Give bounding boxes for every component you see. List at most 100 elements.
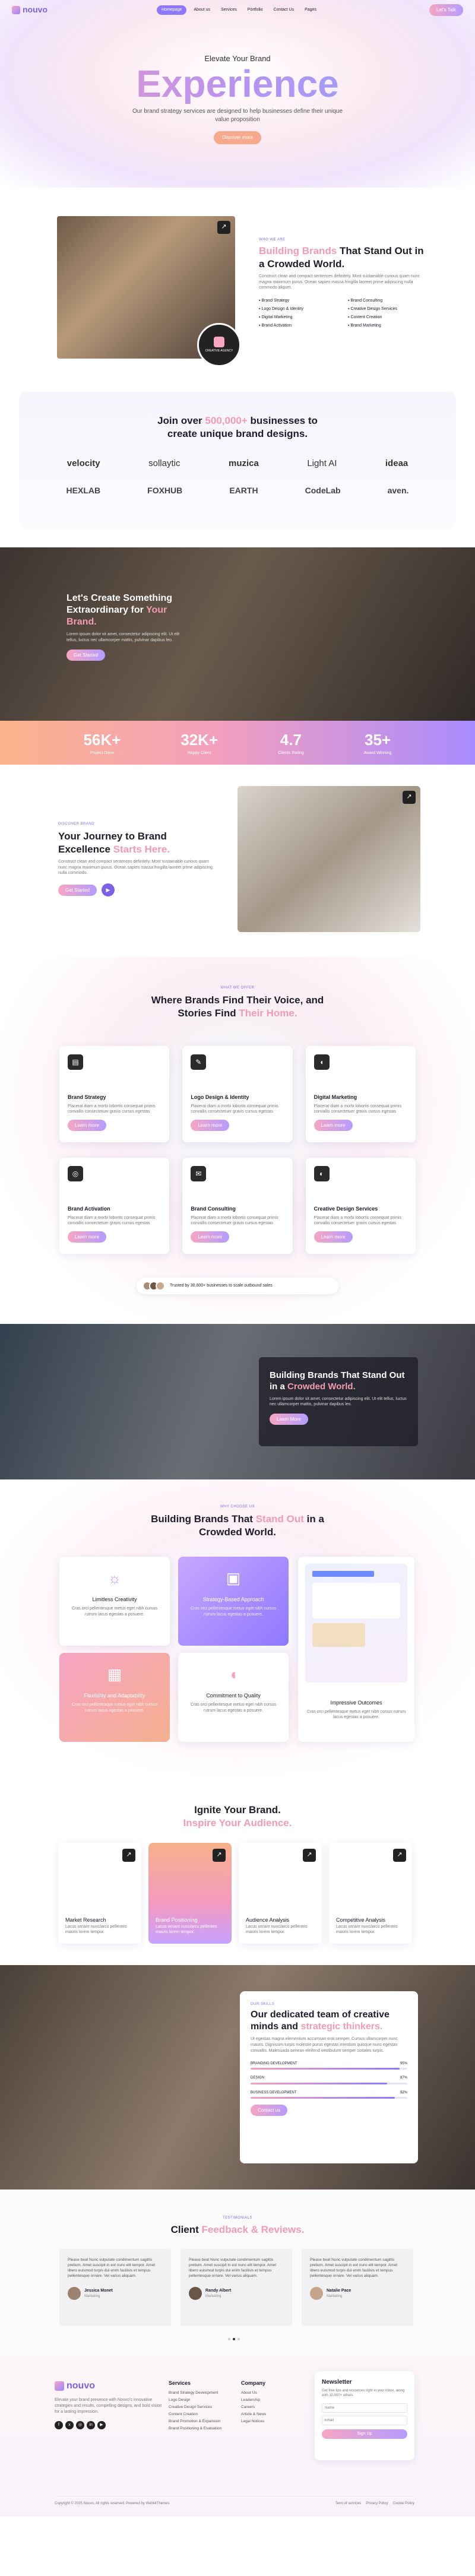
features-title-a: Building Brands That: [151, 1513, 256, 1525]
footer-link[interactable]: About Us: [241, 2390, 294, 2396]
twitter-icon[interactable]: x: [65, 2420, 74, 2429]
footer-legal-link[interactable]: Cookie Policy: [393, 2501, 414, 2506]
about-list-item: ▪ Content Creation: [348, 315, 382, 319]
about-team-photo: ↗ CREATIVE AGENCY: [57, 216, 241, 367]
carousel-dot-active[interactable]: [233, 2338, 235, 2340]
footer-link[interactable]: Logo Design: [169, 2397, 234, 2403]
about-arrow-button[interactable]: ↗: [217, 221, 230, 234]
service-card-desc: Placerat diam a morbi lobortis consequat…: [191, 1104, 278, 1114]
nav-about[interactable]: About us: [190, 5, 214, 15]
brand-logo: velocity: [66, 458, 100, 469]
arrow-icon[interactable]: ↗: [122, 1849, 135, 1862]
skill-track: [251, 2096, 407, 2099]
service-learn-more-button[interactable]: Learn more: [191, 1120, 230, 1132]
pen-tool-icon: ✎: [191, 1054, 207, 1070]
arrow-icon[interactable]: ↗: [393, 1849, 406, 1862]
review-card: Please beat Nunc vulputate condimentum s…: [180, 2249, 292, 2326]
ignite-card[interactable]: ↗ Market Research Lacus ornare nunc/arcu…: [58, 1843, 141, 1944]
footer-link[interactable]: Content Creation: [169, 2412, 234, 2417]
footer-legal-link[interactable]: Term of services: [335, 2501, 362, 2506]
palette-icon: ◐: [314, 1166, 330, 1181]
about-list-label: Logo Design & Identity: [261, 307, 303, 312]
ignite-card[interactable]: ↗ Competitive Analysis Lacus ornare nunc…: [329, 1843, 412, 1944]
service-card[interactable]: ◐ Creative Design Services Placerat diam…: [305, 1158, 416, 1254]
footer-link[interactable]: Brand Positioning & Evaluation: [169, 2426, 234, 2431]
footer-logo[interactable]: nouvo: [55, 2379, 167, 2393]
linkedin-icon[interactable]: in: [87, 2420, 95, 2429]
brand-logo: HEXLAB: [66, 486, 101, 496]
nav-services[interactable]: Services: [217, 5, 240, 15]
stat-item: 4.7 Clients Rating: [278, 729, 304, 756]
skill-bar: BUSINESS DEVELOPMENT 92%: [251, 2090, 407, 2099]
footer-link[interactable]: Creative Design Services: [169, 2404, 234, 2410]
reviewer-role: Marketing: [327, 2295, 343, 2299]
ignite-card-desc: Lacus ornare nunc/arcu pellentes mauris …: [336, 1924, 398, 1935]
service-card[interactable]: ✎ Logo Design & Identity Placerat diam a…: [182, 1046, 293, 1142]
newsletter-email-input[interactable]: [322, 2415, 407, 2425]
header-cta-button[interactable]: Let's Talk: [429, 4, 463, 16]
nav-portfolio[interactable]: Portfolio: [244, 5, 267, 15]
service-learn-more-button[interactable]: Learn more: [191, 1231, 230, 1243]
reviewer-name: Jessica Monet: [84, 2289, 113, 2293]
standout-learn-more-button[interactable]: Learn More: [270, 1414, 308, 1425]
services-section: WHAT WE OFFER Where Brands Find Their Vo…: [0, 957, 475, 1324]
footer-link[interactable]: Careers: [241, 2404, 294, 2410]
service-learn-more-button[interactable]: Learn more: [68, 1120, 106, 1132]
feature-card-strategy: ▣ Strategy-Based Approach Cras orci pell…: [178, 1557, 289, 1646]
arrow-icon[interactable]: ↗: [303, 1849, 316, 1862]
service-learn-more-button[interactable]: Learn more: [314, 1120, 353, 1132]
service-card[interactable]: ◖ Digital Marketing Placerat diam a morb…: [305, 1046, 416, 1142]
team-contact-button[interactable]: Contact us: [251, 2104, 288, 2116]
reviewer-name: Randy Albert: [205, 2289, 232, 2293]
service-card[interactable]: ◎ Brand Activation Placerat diam a morbi…: [59, 1158, 170, 1254]
ignite-card[interactable]: ↗ Brand Positioning Lacus ornare nunc/ar…: [148, 1843, 232, 1944]
stat-label: Project Done: [90, 751, 115, 756]
carousel-dot[interactable]: [238, 2338, 240, 2340]
create-get-started-button[interactable]: Get Started: [66, 649, 105, 661]
reviews-title-highlight: Feedback & Reviews.: [201, 2224, 305, 2236]
brand-logo: muzica: [228, 458, 259, 469]
journey-title-highlight: Starts Here.: [113, 843, 170, 855]
footer-link[interactable]: Legal Notices: [241, 2419, 294, 2424]
instagram-icon[interactable]: ◎: [76, 2420, 84, 2429]
feature-card-creativity: ☼ Limitless Creativity Cras orci pellent…: [59, 1557, 170, 1646]
about-list-label: Brand Strategy: [261, 299, 290, 303]
footer-legal-link[interactable]: Privacy Policy: [366, 2501, 388, 2506]
journey-section: DISCOVER BRAND Your Journey to Brand Exc…: [0, 765, 475, 957]
newsletter-text: Get free tips and resources right in you…: [322, 2389, 405, 2398]
about-list-item: ▪ Creative Design Services: [348, 307, 398, 312]
footer-link[interactable]: Article & News: [241, 2412, 294, 2417]
feature-title: Impressive Outcomes: [330, 1700, 382, 1706]
nav-contact[interactable]: Contact Us: [270, 5, 297, 15]
footer-link[interactable]: Brand Strategy Development: [169, 2390, 234, 2396]
hero-discover-button[interactable]: Discover more: [214, 131, 261, 144]
play-button[interactable]: ▶: [101, 883, 115, 897]
journey-arrow-button[interactable]: ↗: [403, 791, 416, 804]
about-title: Building Brands That Stand Out in a Crow…: [259, 245, 431, 270]
hero-section: nouvo Homepage About us Services Portfol…: [0, 0, 475, 188]
stat-value: 32K+: [180, 730, 218, 749]
service-card[interactable]: ✉ Brand Consulting Placerat diam a morbi…: [182, 1158, 293, 1254]
arrow-icon[interactable]: ↗: [213, 1849, 226, 1862]
carousel-dot[interactable]: [228, 2338, 230, 2340]
service-learn-more-button[interactable]: Learn more: [314, 1231, 353, 1243]
facebook-icon[interactable]: f: [55, 2420, 63, 2429]
nav-pages[interactable]: Pages: [301, 5, 320, 15]
ignite-card[interactable]: ↗ Audience Analysis Lacus ornare nunc/ar…: [239, 1843, 322, 1944]
brands-title-number: 500,000+: [205, 415, 248, 426]
service-card[interactable]: ▤ Brand Strategy Placerat diam a morbi l…: [59, 1046, 170, 1142]
logo[interactable]: nouvo: [12, 4, 48, 16]
about-list-label: Brand Activation: [261, 323, 292, 328]
journey-get-started-button[interactable]: Get Started: [58, 884, 97, 896]
service-learn-more-button[interactable]: Learn more: [68, 1231, 106, 1243]
nav-home[interactable]: Homepage: [157, 5, 187, 15]
skill-track: [251, 2082, 407, 2084]
footer-link[interactable]: Leadership: [241, 2397, 294, 2403]
youtube-icon[interactable]: ▶: [97, 2420, 106, 2429]
feature-desc: Cras orci pellentesque metus eget nibh c…: [191, 1606, 276, 1617]
newsletter-signup-button[interactable]: Sign Up: [322, 2429, 407, 2439]
review-card: Please beat Nunc vulputate condimentum s…: [302, 2249, 413, 2326]
newsletter-name-input[interactable]: [322, 2403, 407, 2413]
footer-link[interactable]: Brand Promotion & Expansion: [169, 2419, 234, 2424]
brand-logo: ideaa: [385, 458, 408, 469]
